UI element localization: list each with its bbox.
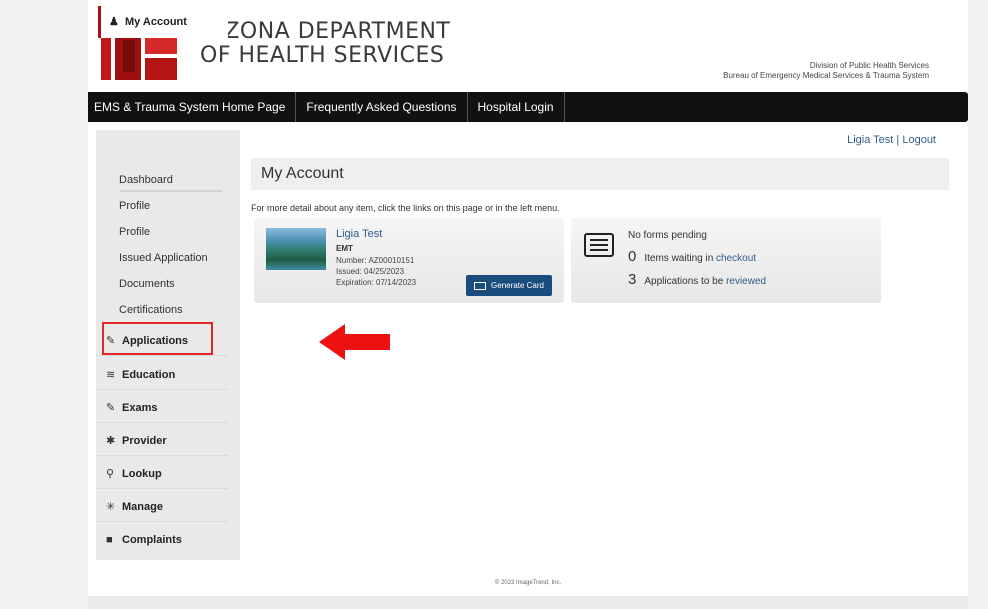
footer-copyright: © 2023 ImageTrend, Inc.	[494, 580, 562, 586]
sidebar-item-label: Education	[122, 369, 176, 381]
graduation-icon: ≋	[106, 369, 116, 381]
sidebar-item-label: Provider	[122, 435, 167, 447]
checkout-count: 0	[628, 248, 637, 265]
intro-text: For more detail about any item, click th…	[251, 203, 560, 213]
user-menu: Ligia Test | Logout	[847, 134, 936, 146]
annotation-arrow-head-icon	[319, 324, 345, 360]
sidebar-item-profile[interactable]: Profile	[119, 199, 150, 213]
sidebar-item-label: Manage	[122, 501, 163, 513]
nav-faq-link[interactable]: Frequently Asked Questions	[296, 92, 468, 122]
status-card: No forms pending 0 Items waiting in check…	[571, 218, 881, 303]
generate-card-button[interactable]: Generate Card	[466, 275, 552, 296]
page-title: My Account	[251, 158, 949, 190]
annotation-arrow-icon	[343, 334, 390, 350]
sidebar-my-account-label: My Account	[125, 16, 187, 28]
user-name-link[interactable]: Ligia Test	[847, 134, 893, 146]
sidebar-item-dashboard[interactable]: Dashboard	[119, 173, 173, 187]
sidebar-item-issued-application[interactable]: Issued Application	[119, 251, 208, 265]
sidebar-item-education[interactable]: ≋ Education	[96, 360, 228, 390]
cert-holder-link[interactable]: Ligia Test	[336, 228, 382, 240]
search-icon: ⚲	[106, 468, 115, 480]
cert-type: EMT	[336, 244, 353, 253]
sidebar-item-label: Lookup	[122, 468, 162, 480]
nav-home-link[interactable]: EMS & Trauma System Home Page	[88, 92, 297, 122]
wand-icon: ✳	[106, 501, 116, 513]
division-line1: Division of Public Health Services	[809, 61, 929, 70]
generate-card-label: Generate Card	[491, 281, 544, 290]
sidebar-item-lookup[interactable]: ⚲ Lookup	[96, 459, 228, 489]
cert-expiration: Expiration: 07/14/2023	[336, 278, 417, 287]
sidebar-item-profile-2[interactable]: Profile	[119, 225, 150, 239]
applications-highlight-box	[102, 322, 213, 355]
checkout-link[interactable]: checkout	[716, 253, 756, 264]
user-icon: ♟	[109, 16, 119, 28]
review-row: 3 Applications to be reviewed	[628, 271, 766, 288]
id-card-icon	[474, 281, 487, 290]
sidebar-item-certifications[interactable]: Certifications	[119, 303, 183, 317]
review-text: Applications to be	[644, 276, 727, 287]
sidebar-item-documents[interactable]: Documents	[119, 277, 175, 291]
certification-card: Ligia Test EMT Number: AZ00010151 Issued…	[254, 218, 564, 303]
checkout-row: 0 Items waiting in checkout	[628, 248, 756, 265]
cert-issued: Issued: 04/25/2023	[336, 267, 405, 276]
profile-photo	[266, 228, 326, 270]
division-info: Division of Public Health Services Burea…	[723, 61, 929, 81]
division-line2: Bureau of Emergency Medical Services & T…	[723, 71, 929, 80]
nav-hospital-login-link[interactable]: Hospital Login	[468, 92, 565, 122]
review-count: 3	[628, 271, 637, 288]
page-gutter-right	[968, 0, 988, 609]
sidebar-item-manage[interactable]: ✳ Manage	[96, 492, 228, 522]
list-icon	[584, 233, 614, 257]
cert-number: Number: AZ00010151	[336, 256, 415, 265]
reviewed-link[interactable]: reviewed	[726, 276, 766, 287]
sidebar-item-exams[interactable]: ✎ Exams	[96, 393, 228, 423]
sidebar-item-label: Complaints	[122, 534, 182, 546]
top-nav: EMS & Trauma System Home Page Frequently…	[88, 92, 968, 122]
sidebar-item-provider[interactable]: ✱ Provider	[96, 426, 228, 456]
page-gutter-left	[0, 0, 88, 609]
sidebar-my-account[interactable]: ♟ My Account	[98, 6, 228, 38]
checkout-text: Items waiting in	[644, 253, 717, 264]
agency-name-line2: OF HEALTH SERVICES	[200, 43, 445, 68]
edit-icon: ✎	[106, 402, 116, 414]
sidebar-item-complaints[interactable]: ■ Complaints	[96, 525, 228, 555]
logout-link[interactable]: Logout	[902, 134, 936, 146]
page-container: ARIZONA DEPARTMENT OF HEALTH SERVICES Di…	[88, 0, 968, 596]
forms-pending-text: No forms pending	[628, 230, 707, 241]
folder-icon: ■	[106, 534, 113, 546]
sidebar-divider	[120, 190, 222, 192]
user-separator: |	[893, 134, 903, 146]
sidebar-item-label: Exams	[122, 402, 158, 414]
asterisk-icon: ✱	[106, 435, 116, 447]
